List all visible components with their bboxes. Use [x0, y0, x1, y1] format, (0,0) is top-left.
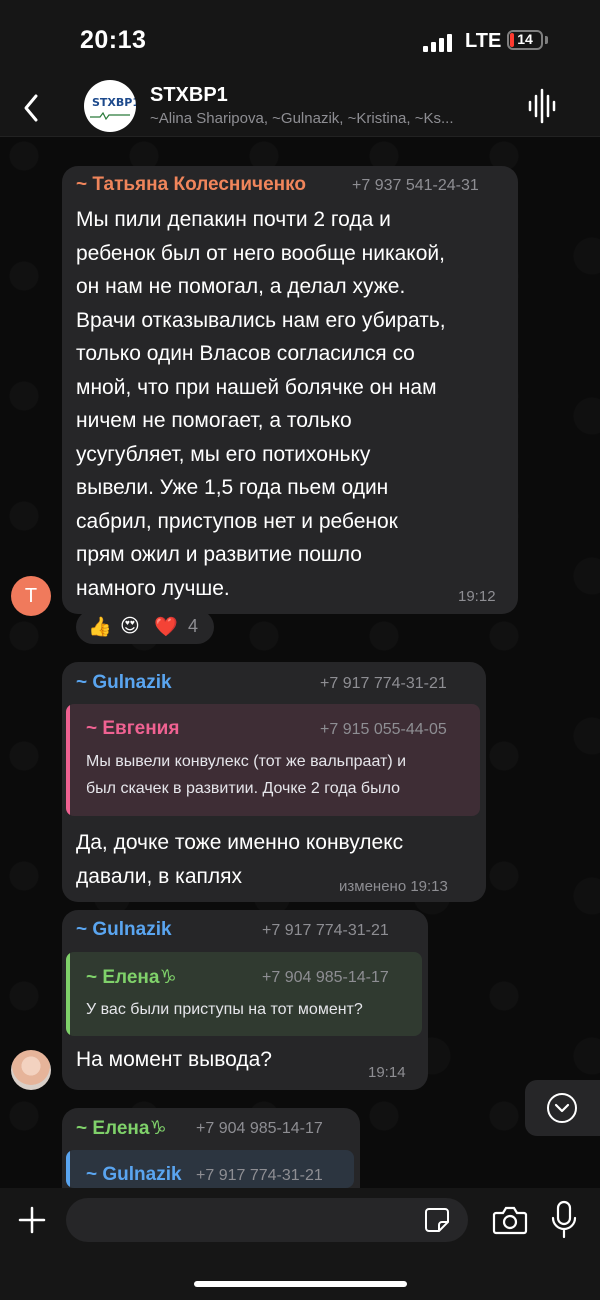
message-sender[interactable]: ~ Gulnazik [76, 672, 172, 694]
group-logo-text: STXBP1 [92, 96, 136, 109]
microphone-icon[interactable] [550, 1200, 578, 1240]
reply-sender: ~ Елена♑ [86, 967, 177, 988]
signal-icon [423, 32, 455, 52]
sender-phone: +7 917 774-31-21 [320, 675, 447, 692]
status-bar: 20:13 LTE 14 [0, 0, 600, 80]
reply-text: Мы вывели конвулекс (тот же вальпраат) и… [86, 753, 407, 797]
reaction-count: 4 [188, 616, 199, 636]
message-time: изменено 19:13 [339, 878, 448, 895]
reply-phone: +7 915 055-44-05 [320, 721, 447, 738]
reply-sender: ~ Евгения [86, 718, 180, 739]
sticker-icon[interactable] [423, 1206, 451, 1234]
reply-quote[interactable]: ~ Елена♑ +7 904 985-14-17 У вас были при… [66, 952, 422, 1036]
plus-icon[interactable] [16, 1204, 48, 1236]
waveform-icon[interactable] [527, 88, 557, 124]
reply-quote[interactable]: ~ Евгения +7 915 055-44-05 Мы вывели кон… [66, 704, 480, 816]
message-time: 19:14 [368, 1064, 406, 1081]
thumbs-up-icon[interactable]: 👍 [88, 615, 112, 639]
chevron-down-icon [547, 1093, 577, 1123]
message-sender[interactable]: ~ Gulnazik [76, 919, 172, 941]
reply-text: У вас были приступы на тот момент? [86, 1001, 363, 1018]
avatar[interactable]: Т [11, 576, 51, 616]
network-label: LTE [465, 30, 502, 52]
message-text: На момент вывода? [76, 1048, 272, 1071]
reply-quote[interactable]: ~ Gulnazik +7 917 774-31-21 [66, 1150, 354, 1188]
scroll-down-button[interactable] [525, 1080, 600, 1136]
heart-eyes-icon[interactable]: 😍 [120, 615, 140, 638]
reply-phone: +7 917 774-31-21 [196, 1167, 323, 1184]
sender-phone: +7 937 541-24-31 [352, 177, 479, 194]
chat-members: ~Alina Sharipova, ~Gulnazik, ~Kristina, … [150, 110, 454, 127]
battery-level: 14 [517, 31, 533, 47]
battery-icon: 14 [507, 30, 543, 50]
message-text: Мы пили депакин почти 2 года и ребенок б… [76, 208, 446, 600]
status-time: 20:13 [80, 26, 147, 54]
message-sender[interactable]: ~ Татьяна Колесниченко [76, 174, 306, 196]
camera-icon[interactable] [492, 1204, 528, 1236]
message-sender[interactable]: ~ Елена♑ [76, 1117, 167, 1140]
reactions[interactable]: 👍 😍 ❤️ 4 [76, 610, 214, 644]
message-time: 19:12 [458, 588, 496, 605]
heart-icon[interactable]: ❤️ [154, 615, 178, 639]
message-input[interactable] [66, 1198, 468, 1242]
home-indicator[interactable] [194, 1281, 407, 1287]
group-avatar[interactable]: STXBP1 [84, 80, 136, 132]
sender-phone: +7 917 774-31-21 [262, 922, 389, 939]
chat-header: STXBP1 STXBP1 ~Alina Sharipova, ~Gulnazi… [0, 80, 600, 137]
chat-title[interactable]: STXBP1 [150, 84, 228, 107]
avatar[interactable] [11, 1050, 51, 1090]
reply-phone: +7 904 985-14-17 [262, 969, 389, 986]
back-icon[interactable] [14, 86, 54, 130]
reply-sender: ~ Gulnazik [86, 1164, 182, 1185]
sender-phone: +7 904 985-14-17 [196, 1120, 323, 1137]
